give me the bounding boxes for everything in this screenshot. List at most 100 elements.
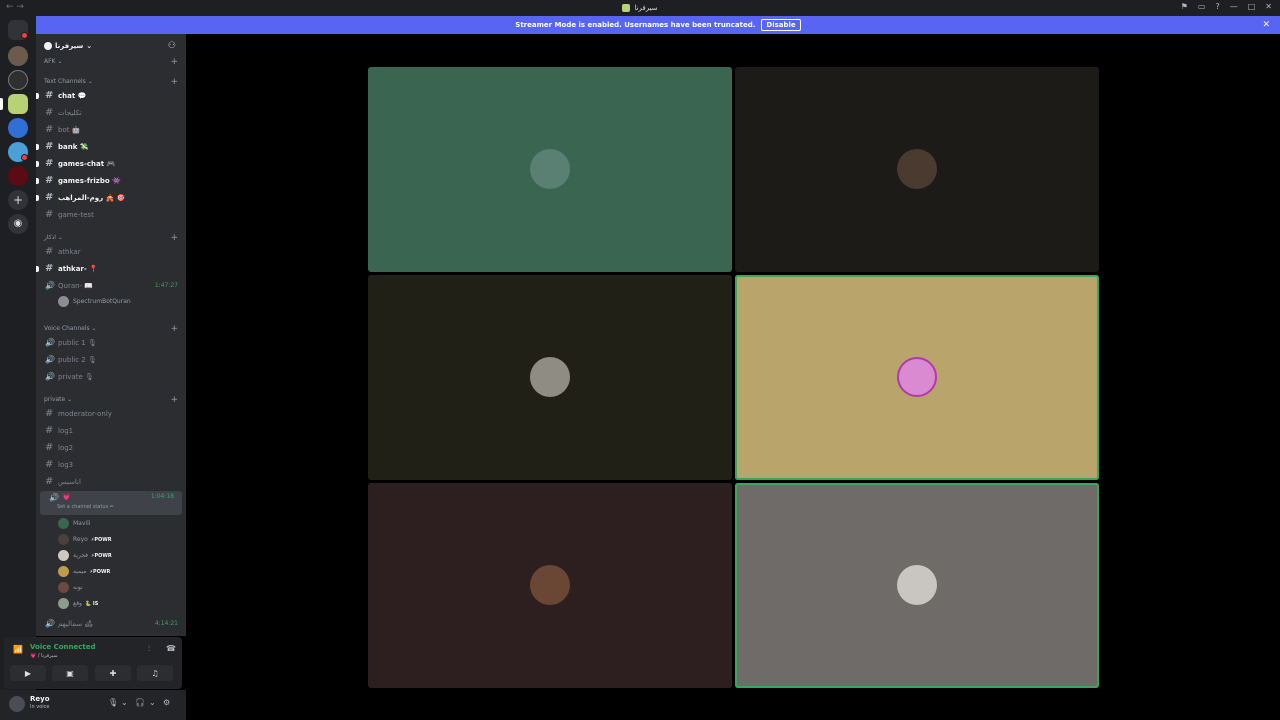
unread-indicator (36, 92, 39, 99)
add-channel-icon[interactable]: + (170, 395, 178, 405)
channel-games-frizbo[interactable]: # games-frizbo 👾 (36, 173, 186, 188)
avatar (58, 598, 69, 609)
speaker-icon: 🔊 (45, 372, 55, 381)
channel-moderator-only[interactable]: # moderator-only (36, 406, 186, 421)
username[interactable]: Reyo (30, 695, 50, 703)
hash-icon: # (45, 175, 54, 186)
participant-tile[interactable] (368, 275, 732, 480)
close-window-icon[interactable]: ✕ (1265, 2, 1272, 11)
channel-log3[interactable]: # log3 (36, 457, 186, 472)
server-icon[interactable] (8, 118, 28, 138)
add-member-icon[interactable]: ⚇ (168, 41, 176, 51)
hash-icon: # (45, 124, 54, 135)
participant-tile[interactable] (368, 483, 732, 688)
channel-anas[interactable]: # اناسيس (36, 474, 186, 489)
nav-arrows-icon[interactable]: ← → (6, 2, 24, 12)
avatar (58, 582, 69, 593)
server-icon[interactable] (8, 166, 28, 186)
hash-icon: # (45, 476, 54, 487)
hash-icon: # (45, 209, 54, 220)
soundboard-button[interactable]: ♫ (137, 665, 173, 681)
signal-icon: 📶 (13, 645, 23, 654)
voice-connected-panel: 📶 Voice Connected 💗 / سيرفرنا ⫶ ☎ ▶ ▣ ✚ … (4, 637, 182, 689)
streamer-mode-banner: Streamer Mode is enabled. Usernames have… (36, 16, 1280, 34)
settings-gear-icon[interactable]: ⚙ (163, 698, 170, 707)
voice-user[interactable]: ميميه ⚡POWR (36, 564, 186, 579)
voice-user[interactable]: Reyo ⚡POWR (36, 532, 186, 547)
noise-suppression-icon[interactable]: ⫶ (148, 644, 150, 654)
hash-icon: # (45, 158, 54, 169)
disconnect-icon[interactable]: ☎ (166, 644, 176, 653)
avatar (58, 296, 69, 307)
channel-taxes[interactable]: # تكليجات (36, 105, 186, 120)
participant-tile[interactable] (735, 67, 1099, 272)
channel-bank[interactable]: # bank 💸 (36, 139, 186, 154)
avatar (58, 566, 69, 577)
participant-tile-speaking[interactable] (735, 483, 1099, 688)
chevron-down-icon[interactable]: ⌄ (149, 698, 156, 707)
voice-user[interactable]: Mavili (36, 516, 186, 531)
channel-athkar-2[interactable]: # athkar- 📍 (36, 261, 186, 276)
download-icon[interactable]: ▭ (1198, 2, 1206, 11)
hash-icon: # (45, 263, 54, 274)
server-logo-icon (44, 42, 52, 50)
voice-channel-quran[interactable]: 🔊 Quran- 📖 1:47:27 (36, 278, 186, 293)
server-icon[interactable] (8, 46, 28, 66)
voice-user[interactable]: SpectrumBotQuran (36, 294, 186, 309)
voice-user[interactable]: فجرية ⚡POWR (36, 548, 186, 563)
category-private[interactable]: private ⌄ + (36, 392, 186, 407)
channel-bot[interactable]: # bot 🤖 (36, 122, 186, 137)
notification-badge (21, 154, 28, 161)
channel-games-chat[interactable]: # games-chat 🎮 (36, 156, 186, 171)
disable-button[interactable]: Disable (761, 19, 801, 31)
close-banner-icon[interactable]: ✕ (1262, 20, 1270, 30)
voice-connected-label[interactable]: Voice Connected (30, 643, 96, 651)
channel-game-test[interactable]: # game-test (36, 207, 186, 222)
microphone-icon[interactable]: 🎙 (108, 698, 118, 707)
minimize-icon[interactable]: — (1230, 2, 1238, 11)
category-athkar[interactable]: اذكار ⌄ + (36, 230, 186, 245)
voice-timer: 1:47:27 (154, 282, 178, 289)
participant-tile[interactable] (368, 67, 732, 272)
server-header[interactable]: سيرفرنا ⌄ (44, 42, 92, 50)
server-icon (622, 4, 631, 12)
add-channel-icon[interactable]: + (170, 324, 178, 334)
add-channel-icon[interactable]: + (170, 77, 178, 87)
channel-log1[interactable]: # log1 (36, 423, 186, 438)
voice-channel-sub[interactable]: 💗 / سيرفرنا (30, 653, 58, 659)
channel-wars[interactable]: # روم-المراهب 🎪 🎯 (36, 190, 186, 205)
avatar (530, 357, 570, 397)
category-afk[interactable]: AFK ⌄ + (36, 54, 186, 69)
unread-indicator (36, 160, 39, 167)
headphones-icon[interactable]: 🎧 (135, 698, 145, 707)
inbox-icon[interactable]: ⚑ (1181, 2, 1188, 11)
add-channel-icon[interactable]: + (170, 233, 178, 243)
channel-athkar[interactable]: # athkar (36, 244, 186, 259)
discover-icon[interactable]: ◉ (8, 214, 28, 234)
category-voice-channels[interactable]: Voice Channels ⌄ + (36, 321, 186, 336)
avatar (58, 550, 69, 561)
avatar[interactable] (9, 696, 25, 712)
maximize-icon[interactable]: □ (1248, 2, 1256, 11)
add-server-icon[interactable]: + (8, 190, 28, 210)
activities-button[interactable]: ✚ (95, 665, 131, 681)
voice-user[interactable]: نونه (36, 580, 186, 595)
participant-tile-speaking[interactable] (735, 275, 1099, 480)
voice-channel-last[interactable]: 🔊 سماليهم 🛋 4:14:21 (36, 616, 186, 631)
channel-status-hint[interactable]: Set a channel status ✏ (36, 502, 186, 511)
voice-user[interactable]: وقع 🐍 IS (36, 596, 186, 611)
add-channel-icon[interactable]: + (170, 57, 178, 67)
voice-channel-private[interactable]: 🔊 private 🎙 (36, 369, 186, 384)
channel-log2[interactable]: # log2 (36, 440, 186, 455)
server-icon[interactable] (8, 70, 28, 90)
screen-share-button[interactable]: ▣ (52, 665, 88, 681)
voice-channel-public-1[interactable]: 🔊 public 1 🎙 (36, 335, 186, 350)
channel-chat[interactable]: # chat 💬 (36, 88, 186, 103)
speaker-icon: 🔊 (45, 355, 55, 364)
help-icon[interactable]: ? (1215, 2, 1219, 11)
chevron-down-icon[interactable]: ⌄ (121, 698, 128, 707)
camera-button[interactable]: ▶ (10, 665, 46, 681)
server-icon[interactable] (8, 94, 28, 114)
category-text-channels[interactable]: Text Channels ⌄ + (36, 74, 186, 89)
voice-channel-public-2[interactable]: 🔊 public 2 🎙 (36, 352, 186, 367)
